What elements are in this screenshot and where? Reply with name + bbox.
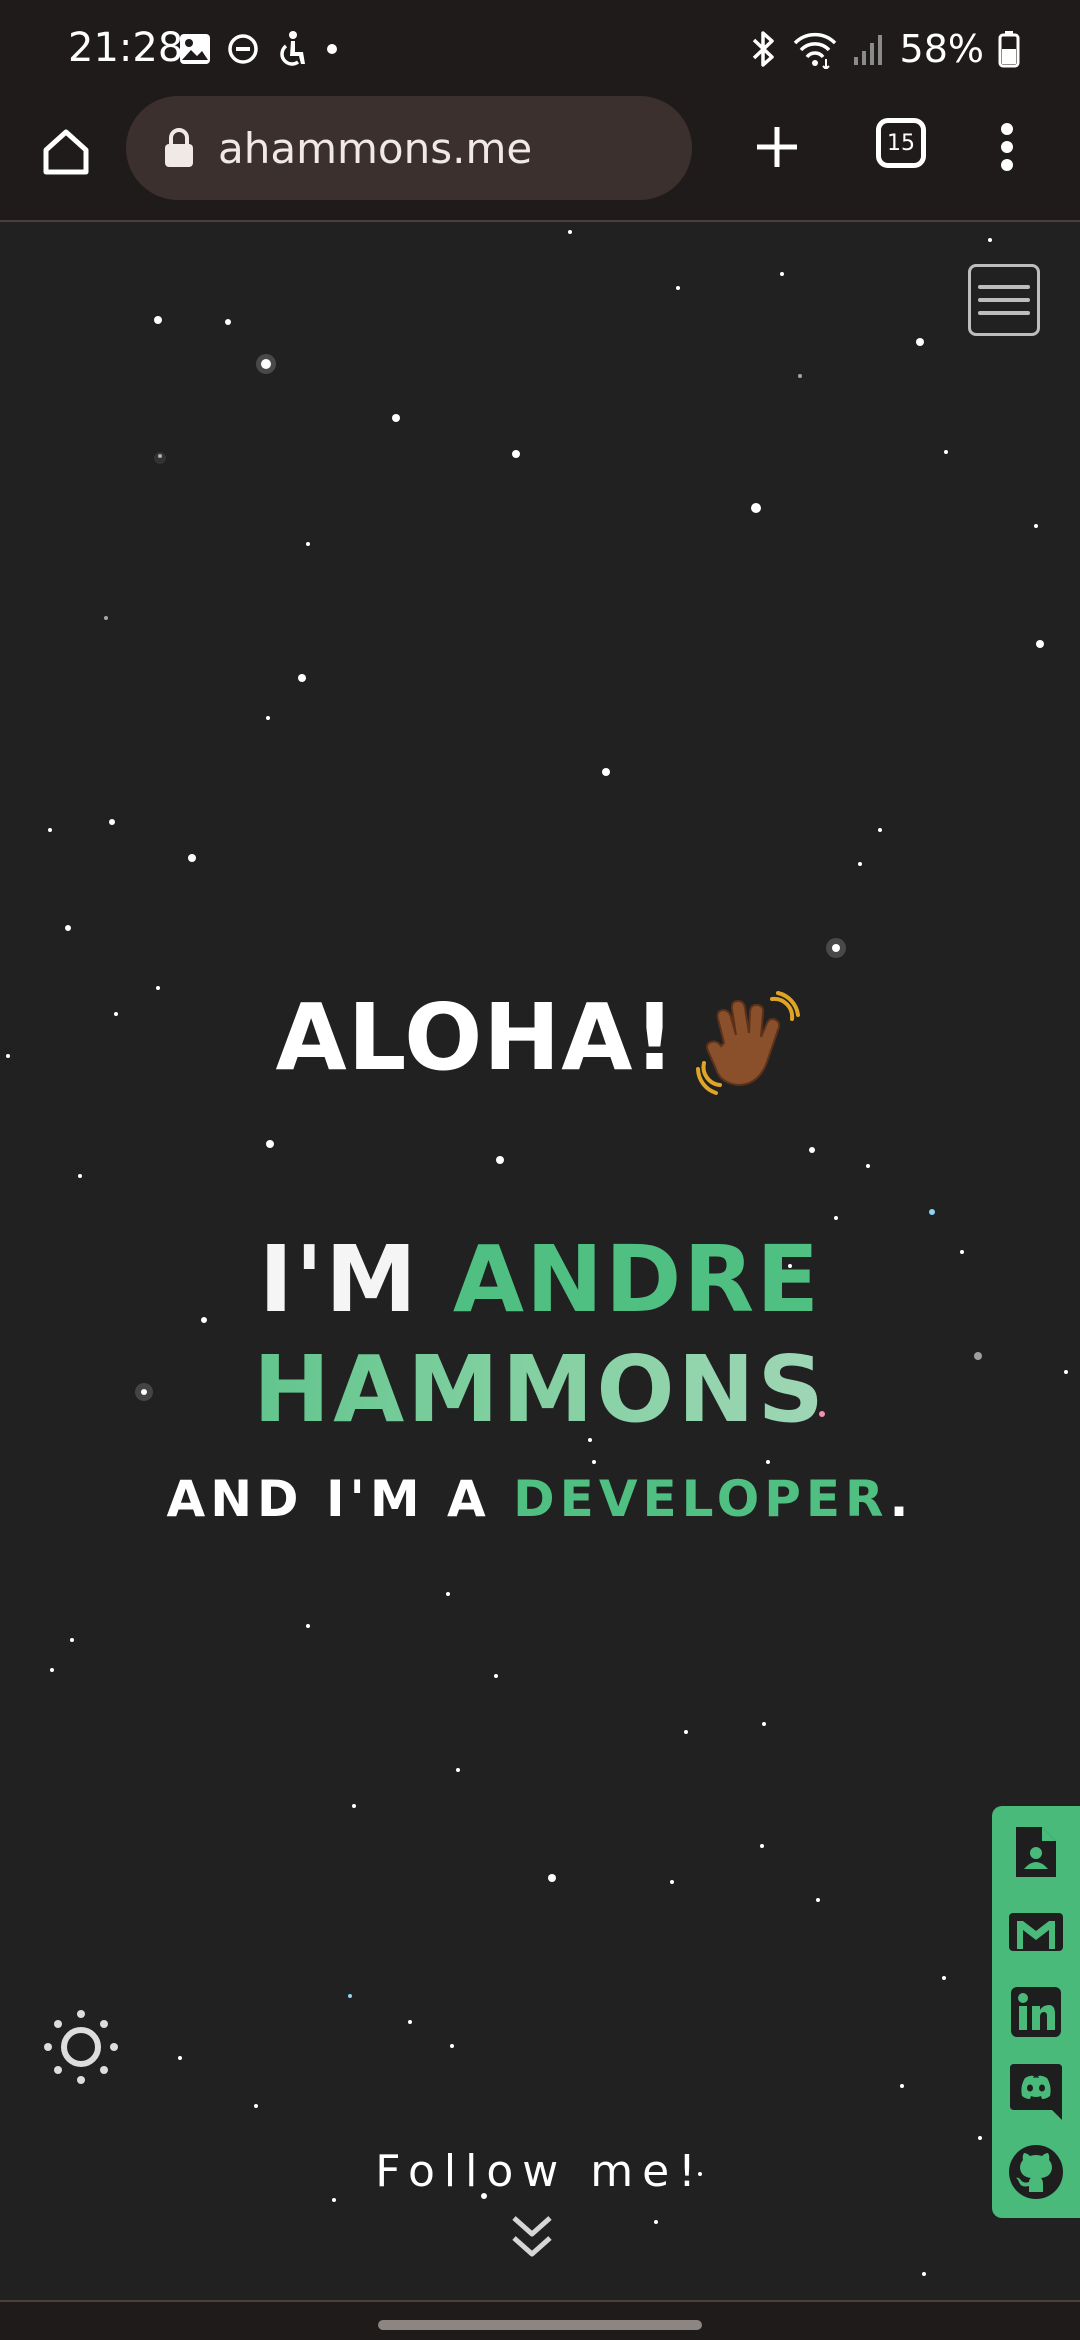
hamburger-line [978,298,1030,302]
status-bar: 21:28 58% [0,0,1080,96]
new-tab-button[interactable] [746,116,808,178]
last-name: HAMMONS [0,1336,1080,1443]
tab-switcher-button[interactable]: 15 [876,118,926,168]
gesture-handle[interactable] [378,2320,702,2330]
status-icons-right: 58% [748,26,1020,72]
status-time: 21:28 [68,25,184,71]
scroll-down-icon[interactable] [508,2212,556,2264]
linkedin-link[interactable] [1007,1983,1065,2041]
greeting-text: ALOHA! [275,984,677,1091]
battery-percent: 58% [899,27,984,71]
tagline-prefix: AND I'M A [166,1470,491,1528]
tab-count: 15 [887,130,915,156]
email-link[interactable] [1007,1903,1065,1961]
discord-icon [1010,2064,1062,2120]
role-text: DEVELOPER [513,1470,890,1528]
browser-toolbar: ahammons.me 15 [0,96,1080,222]
battery-icon [998,31,1020,68]
url-text: ahammons.me [218,123,533,173]
system-navigation-bar [0,2300,1080,2340]
home-icon [43,129,89,175]
do-not-disturb-icon [228,34,258,64]
tagline-suffix: . [889,1470,914,1528]
accessibility-icon [280,31,305,66]
theme-toggle-button[interactable] [42,2008,120,2086]
hamburger-line [978,285,1030,289]
tagline: AND I'M A DEVELOPER. [0,1470,1080,1528]
signal-icon [853,35,882,65]
email-icon [1009,1913,1063,1951]
follow-me-text: Follow me! [375,2146,705,2197]
bluetooth-icon [752,31,774,67]
waving-hand-icon [696,990,801,1095]
intro-line: I'M ANDRE [0,1226,1080,1333]
lock-icon [162,127,196,169]
gallery-icon [180,34,210,64]
linkedin-icon [1011,1987,1061,2037]
more-vert-icon [1001,123,1013,171]
address-bar[interactable]: ahammons.me [126,96,692,200]
browser-menu-button[interactable] [992,114,1022,180]
screen: 21:28 58% ahammons.me 15 ALOHA! I'M ANDR… [0,0,1080,2340]
plus-icon [757,127,797,167]
nav-menu-button[interactable] [968,264,1040,336]
first-name: ANDRE [452,1226,822,1333]
hero-greeting: ALOHA! [0,984,1080,1099]
home-button[interactable] [34,120,98,184]
wifi-icon [793,32,836,69]
resume-link[interactable] [1007,1823,1065,1881]
discord-link[interactable] [1007,2063,1065,2121]
resume-icon [1016,1827,1056,1877]
dot-icon [327,44,337,54]
hamburger-line [978,311,1030,315]
status-icons-left [178,30,342,68]
intro-prefix: I'M [258,1226,419,1333]
sun-icon [44,2010,118,2084]
web-page: ALOHA! I'M ANDRE HAMMONS AND I'M A DEVEL… [0,222,1080,2300]
